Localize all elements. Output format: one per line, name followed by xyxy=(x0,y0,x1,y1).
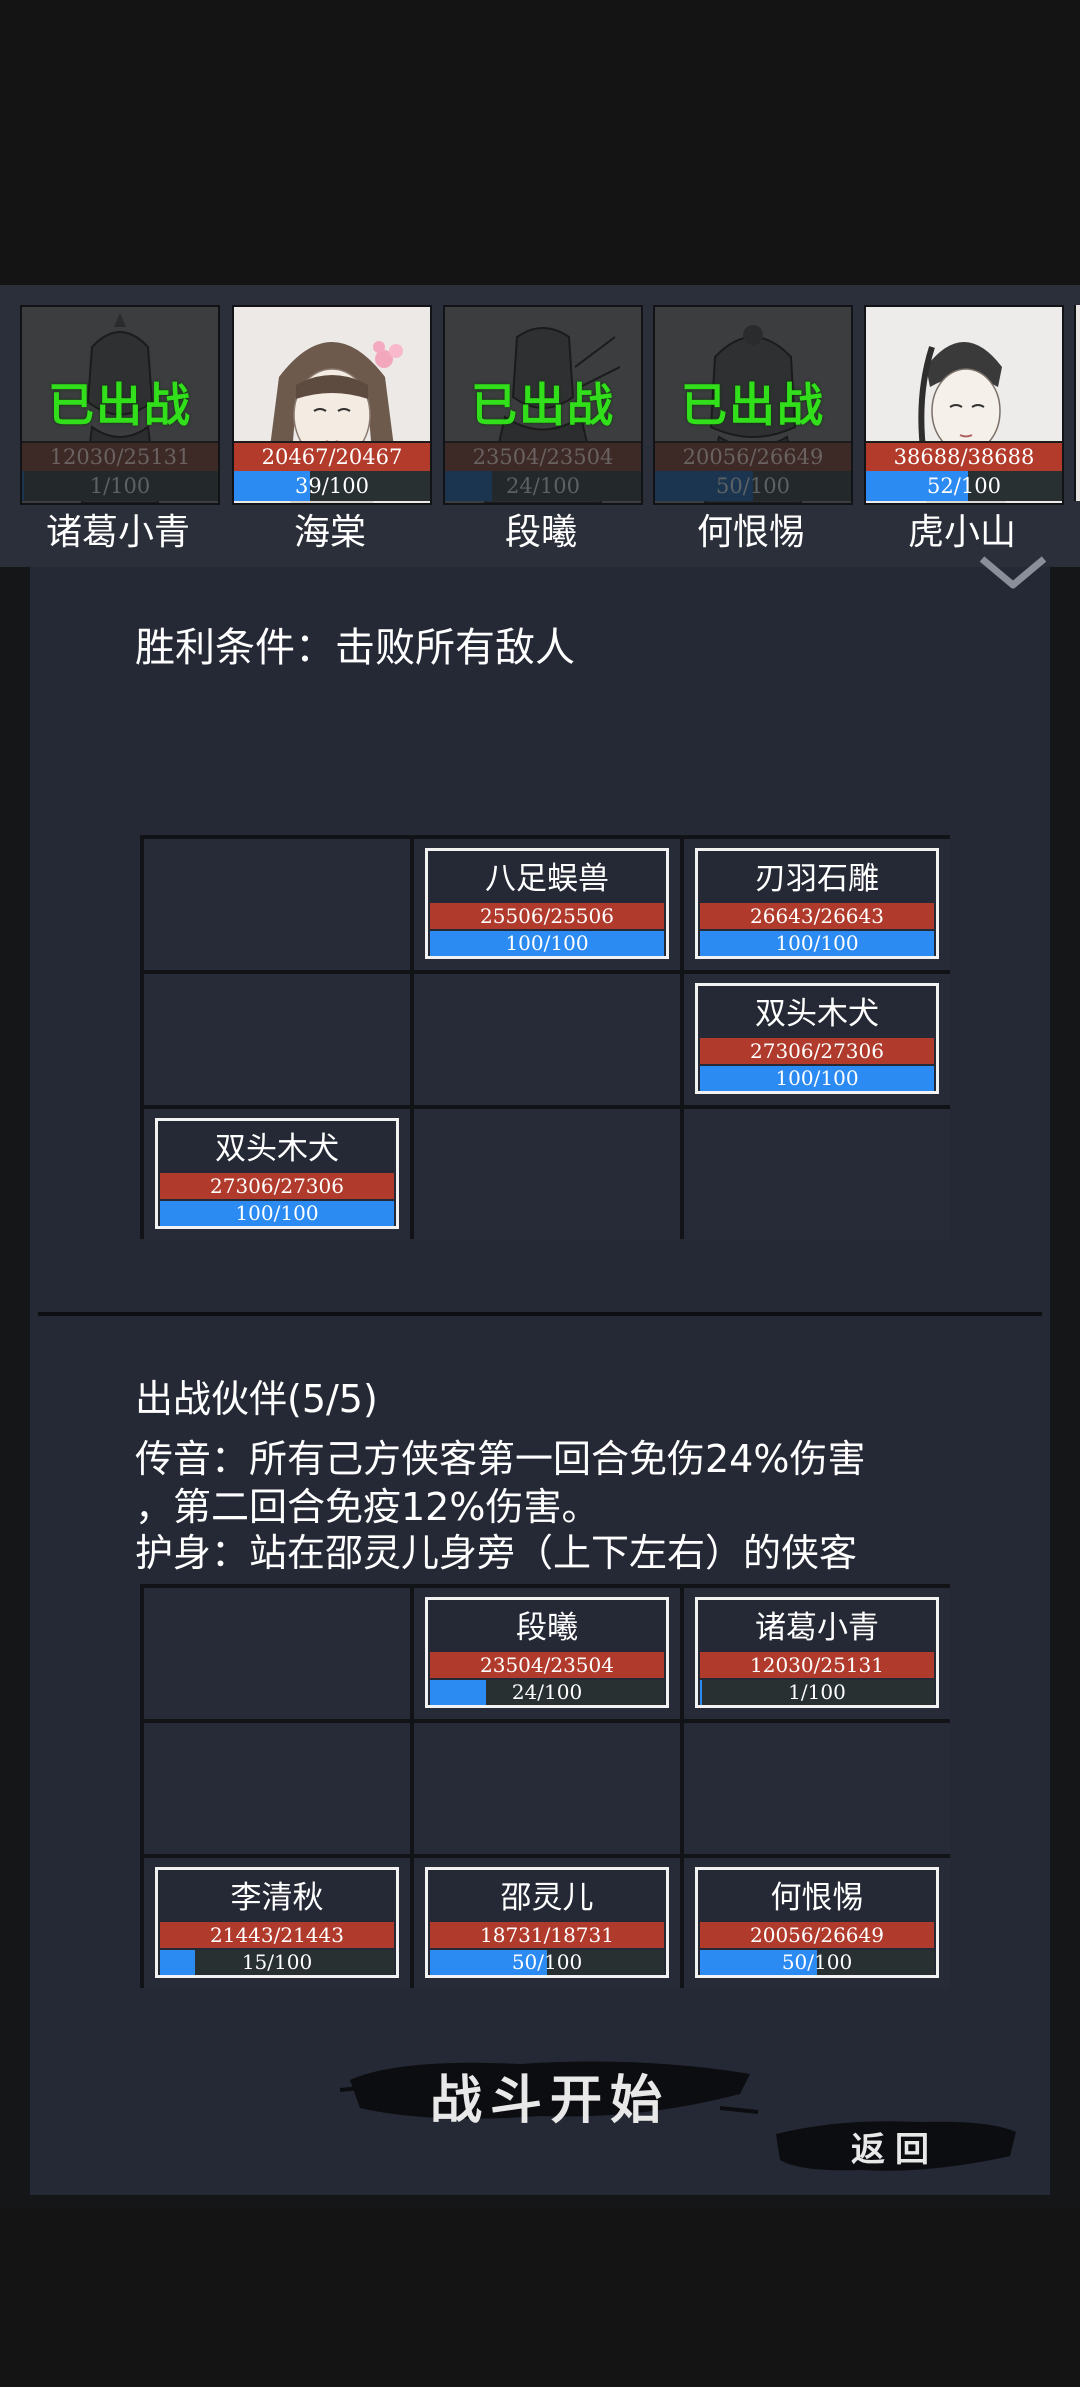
formation-cell[interactable] xyxy=(144,974,410,1105)
roster-card-duan-xi[interactable]: 已出战 23504/23504 24/100 xyxy=(443,305,643,505)
chevron-down-icon[interactable] xyxy=(978,555,1048,591)
hp-bar: 20056/26649 xyxy=(655,441,851,471)
unit-mp-value: 50/100 xyxy=(511,1950,583,1974)
deployed-status-label: 已出战 xyxy=(471,378,615,432)
formation-cell[interactable] xyxy=(144,1588,410,1719)
unit-hp-bar: 18731/18731 xyxy=(430,1922,664,1948)
unit-hp-bar: 23504/23504 xyxy=(430,1652,664,1678)
unit-name: 邵灵儿 xyxy=(500,1880,594,1916)
unit-mp-value: 100/100 xyxy=(235,1201,319,1225)
unit-mp-bar: 1/100 xyxy=(700,1680,934,1705)
hp-bar: 23504/23504 xyxy=(445,441,641,471)
unit-mp-bar: 24/100 xyxy=(430,1680,664,1705)
roster-card-partial[interactable] xyxy=(1074,305,1080,501)
unit-mp-bar: 100/100 xyxy=(430,931,664,956)
unit-name: 双头木犬 xyxy=(215,1131,339,1167)
unit-card[interactable]: 八足蜈兽 25506/25506 100/100 xyxy=(425,848,669,959)
unit-mp-value: 100/100 xyxy=(775,1066,859,1090)
unit-mp-value: 50/100 xyxy=(781,1950,853,1974)
back-button[interactable]: 返回 xyxy=(770,2112,1020,2178)
mp-bar: 39/100 xyxy=(234,471,430,501)
start-battle-label: 战斗开始 xyxy=(429,2070,670,2131)
unit-card[interactable]: 李清秋 21443/21443 15/100 xyxy=(155,1867,399,1978)
unit-hp-bar: 20056/26649 xyxy=(700,1922,934,1948)
unit-hp-bar: 27306/27306 xyxy=(160,1173,394,1199)
roster-name: 何恨惕 xyxy=(696,512,805,553)
partner-section-title: 出战伙伴(5/5) xyxy=(135,1377,378,1421)
hp-bar: 12030/25131 xyxy=(22,441,218,471)
deployed-status-label: 已出战 xyxy=(48,378,192,432)
section-divider xyxy=(38,1312,1042,1316)
unit-mp-value: 100/100 xyxy=(505,931,589,955)
unit-mp-bar: 50/100 xyxy=(700,1950,934,1975)
unit-card[interactable]: 双头木犬 27306/27306 100/100 xyxy=(155,1118,399,1229)
mp-value: 1/100 xyxy=(89,474,151,498)
unit-mp-bar: 100/100 xyxy=(700,1066,934,1091)
unit-card[interactable]: 双头木犬 27306/27306 100/100 xyxy=(695,983,939,1094)
formation-cell[interactable] xyxy=(144,839,410,970)
mp-value: 39/100 xyxy=(295,474,369,498)
mp-bar: 24/100 xyxy=(445,471,641,501)
unit-card[interactable]: 刃羽石雕 26643/26643 100/100 xyxy=(695,848,939,959)
unit-mp-value: 24/100 xyxy=(511,1680,583,1704)
roster-card-haitang[interactable]: 20467/20467 39/100 xyxy=(232,305,432,505)
unit-mp-value: 1/100 xyxy=(788,1680,846,1704)
mp-bar: 1/100 xyxy=(22,471,218,501)
start-battle-button[interactable]: 战斗开始 xyxy=(340,2050,760,2131)
unit-name: 段曦 xyxy=(516,1610,578,1646)
unit-hp-bar: 26643/26643 xyxy=(700,903,934,929)
mp-fill xyxy=(160,1950,196,1975)
formation-cell[interactable] xyxy=(414,974,680,1105)
unit-mp-bar: 100/100 xyxy=(700,931,934,956)
unit-card[interactable]: 邵灵儿 18731/18731 50/100 xyxy=(425,1867,669,1978)
mp-bar: 52/100 xyxy=(866,471,1062,501)
top-letterbox xyxy=(0,0,1080,285)
unit-card[interactable]: 诸葛小青 12030/25131 1/100 xyxy=(695,1597,939,1708)
roster-name: 海棠 xyxy=(293,512,366,553)
roster-card-he-henti[interactable]: 已出战 20056/26649 50/100 xyxy=(653,305,853,505)
roster-card-hu-xiaoshan[interactable]: 38688/38688 52/100 xyxy=(864,305,1064,505)
hp-bar: 38688/38688 xyxy=(866,441,1062,471)
mp-bar: 50/100 xyxy=(655,471,851,501)
unit-name: 刃羽石雕 xyxy=(755,861,879,897)
roster-name: 虎小山 xyxy=(907,512,1016,553)
bottom-letterbox xyxy=(0,2208,1080,2387)
formation-cell[interactable] xyxy=(414,1723,680,1854)
mp-fill xyxy=(700,1680,703,1705)
mp-value: 50/100 xyxy=(716,474,790,498)
unit-mp-bar: 100/100 xyxy=(160,1201,394,1226)
unit-name: 何恨惕 xyxy=(770,1880,864,1916)
unit-hp-bar: 21443/21443 xyxy=(160,1922,394,1948)
roster-bar[interactable]: 已出战 12030/25131 1/100 诸葛小青 20467/20467 3… xyxy=(0,285,1080,567)
unit-hp-bar: 12030/25131 xyxy=(700,1652,934,1678)
unit-mp-bar: 15/100 xyxy=(160,1950,394,1975)
formation-cell[interactable] xyxy=(414,1109,680,1240)
unit-card[interactable]: 段曦 23504/23504 24/100 xyxy=(425,1597,669,1708)
hp-bar: 20467/20467 xyxy=(234,441,430,471)
mp-value: 24/100 xyxy=(506,474,580,498)
deployed-status-label: 已出战 xyxy=(681,378,825,432)
victory-condition: 胜利条件：击败所有敌人 xyxy=(135,625,575,671)
roster-name: 诸葛小青 xyxy=(45,512,190,553)
unit-name: 八足蜈兽 xyxy=(485,861,609,897)
unit-hp-bar: 27306/27306 xyxy=(700,1038,934,1064)
unit-name: 李清秋 xyxy=(230,1880,324,1916)
formation-cell[interactable] xyxy=(684,1109,950,1240)
skill-description-line: 护身：站在邵灵儿身旁（上下左右）的侠客 xyxy=(135,1531,858,1575)
skill-description-line: 传音：所有己方侠客第一回合免伤24%伤害 xyxy=(135,1437,866,1481)
unit-mp-bar: 50/100 xyxy=(430,1950,664,1975)
unit-hp-bar: 25506/25506 xyxy=(430,903,664,929)
back-label: 返回 xyxy=(851,2130,939,2170)
formation-cell[interactable] xyxy=(684,1723,950,1854)
roster-card-zhuge-xiaoqing[interactable]: 已出战 12030/25131 1/100 xyxy=(20,305,220,505)
mp-fill xyxy=(430,1680,487,1705)
formation-cell[interactable] xyxy=(144,1723,410,1854)
unit-mp-value: 100/100 xyxy=(775,931,859,955)
unit-card[interactable]: 何恨惕 20056/26649 50/100 xyxy=(695,1867,939,1978)
unit-name: 双头木犬 xyxy=(755,996,879,1032)
unit-mp-value: 15/100 xyxy=(241,1950,313,1974)
unit-name: 诸葛小青 xyxy=(755,1610,879,1646)
roster-name: 段曦 xyxy=(504,512,577,553)
mp-value: 52/100 xyxy=(927,474,1001,498)
